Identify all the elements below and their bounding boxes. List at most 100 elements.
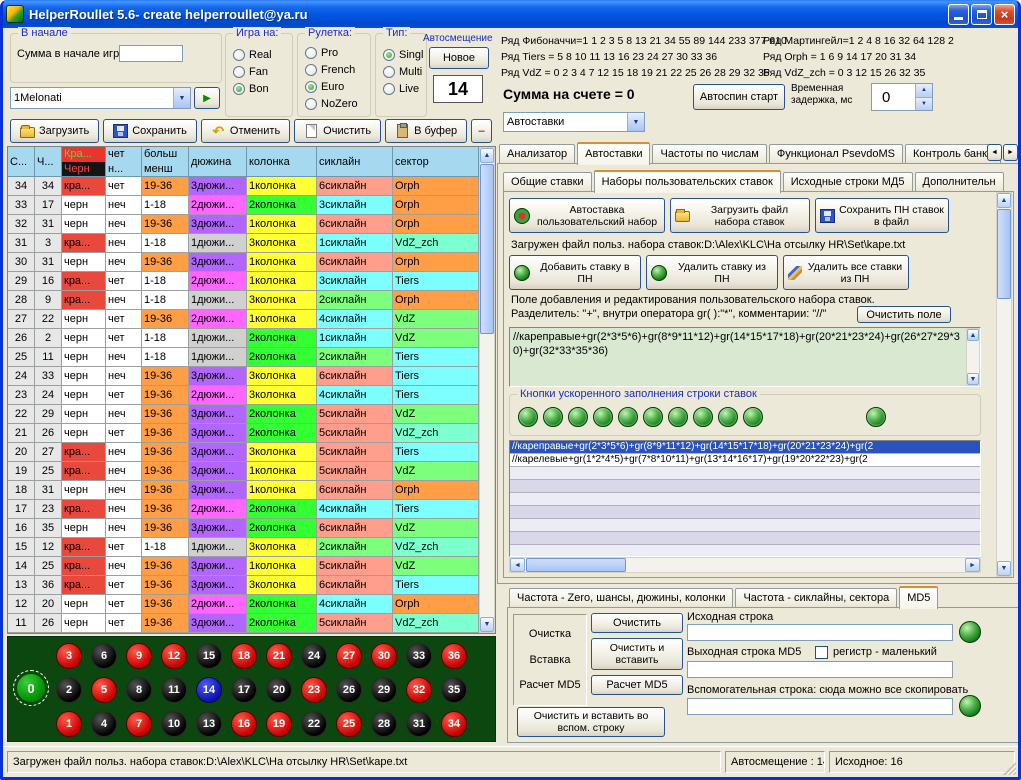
editor-scrollbar[interactable]: ▲ ▼	[966, 328, 980, 386]
scroll-down-icon[interactable]: ▼	[480, 617, 494, 632]
save-button[interactable]: Сохранить	[103, 119, 197, 143]
quick-fill-button-10[interactable]	[743, 407, 763, 427]
tab-bottom-1[interactable]: Частота - Zero, шансы, дюжины, колонки	[509, 588, 733, 608]
md5-clear-button[interactable]: Очистить	[591, 613, 683, 633]
tab-main-1[interactable]: Анализатор	[499, 144, 575, 164]
md5-clear-paste-button[interactable]: Очистить и вставить	[591, 638, 683, 670]
table-row[interactable]: 1220чернчет19-362дюжи...2колонка4сиклайн…	[8, 595, 479, 614]
board-number-7[interactable]: 7	[126, 711, 152, 737]
board-number-14[interactable]: 14	[196, 677, 222, 703]
collapse-button[interactable]: –	[471, 119, 492, 143]
table-row[interactable]: 1126чернчет19-363дюжи...2колонка5сиклайн…	[8, 614, 479, 633]
autospin-start-button[interactable]: Автоспин старт	[693, 84, 785, 110]
board-number-23[interactable]: 23	[301, 677, 327, 703]
table-row[interactable]: 2126чернчет19-363дюжи...2колонка5сиклайн…	[8, 424, 479, 443]
quick-fill-button-4[interactable]	[593, 407, 613, 427]
board-number-29[interactable]: 29	[371, 677, 397, 703]
tab-main-2[interactable]: Автоставки	[577, 142, 650, 165]
tab-main-4[interactable]: Функционал PsevdoMS	[769, 144, 903, 164]
scroll-up-icon[interactable]: ▲	[967, 329, 979, 341]
md5-helper-input[interactable]	[687, 698, 953, 715]
board-number-20[interactable]: 20	[266, 677, 292, 703]
table-row[interactable]: 2511черннеч1-181дюжи...2колонка2сиклайнT…	[8, 348, 479, 367]
scroll-thumb[interactable]	[997, 209, 1011, 299]
bet-list-item[interactable]: //кареправые+gr(2*3*5*6)+gr(8*9*11*12)+g…	[510, 441, 980, 454]
bet-list-item[interactable]: //карелевые+gr(1*2*4*5)+gr(7*8*10*11)+gr…	[510, 454, 980, 467]
board-number-25[interactable]: 25	[336, 711, 362, 737]
board-number-28[interactable]: 28	[371, 711, 397, 737]
board-number-12[interactable]: 12	[161, 643, 187, 669]
radio-type-live[interactable]: Live	[376, 80, 426, 97]
delete-bet-button[interactable]: Удалить ставку из ПН	[646, 255, 778, 290]
radio-game-on-real[interactable]: Real	[226, 46, 292, 63]
board-number-33[interactable]: 33	[406, 643, 432, 669]
maximize-button[interactable]	[971, 4, 992, 25]
board-number-31[interactable]: 31	[406, 711, 432, 737]
table-row[interactable]: 313кра...неч1-181дюжи...3колонка1сиклайн…	[8, 234, 479, 253]
quick-fill-button-extra[interactable]	[866, 407, 886, 427]
close-button[interactable]: ×	[994, 4, 1015, 25]
board-number-34[interactable]: 34	[441, 711, 467, 737]
quick-fill-button-7[interactable]	[668, 407, 688, 427]
table-row[interactable]: 2229черннеч19-363дюжи...2колонка5сиклайн…	[8, 405, 479, 424]
scroll-down-icon[interactable]: ▼	[997, 561, 1011, 576]
table-row[interactable]: 1635черннеч19-363дюжи...2колонка6сиклайн…	[8, 519, 479, 538]
board-number-11[interactable]: 11	[161, 677, 187, 703]
table-row[interactable]: 3231черннеч19-363дюжи...1колонка6сиклайн…	[8, 215, 479, 234]
play-button[interactable]: ▶	[194, 87, 220, 109]
history-table-scrollbar[interactable]: ▲ ▼	[479, 147, 495, 633]
tab-sets-2[interactable]: Наборы пользовательских ставок	[594, 170, 781, 193]
board-number-32[interactable]: 32	[406, 677, 432, 703]
spinner-up-icon[interactable]: ▲	[916, 84, 932, 98]
md5-helper-action-button[interactable]	[959, 695, 981, 717]
board-number-30[interactable]: 30	[371, 643, 397, 669]
new-offset-button[interactable]: Новое	[429, 47, 489, 69]
board-number-19[interactable]: 19	[266, 711, 292, 737]
register-case-checkbox[interactable]	[815, 646, 828, 659]
tabs-scroll-left-button[interactable]: ◄	[987, 144, 1002, 161]
load-set-file-button[interactable]: Загрузить файл набора ставок	[670, 198, 810, 233]
scroll-thumb[interactable]	[526, 558, 626, 572]
clear-button[interactable]: Очистить	[294, 119, 381, 143]
board-number-22[interactable]: 22	[301, 711, 327, 737]
board-number-6[interactable]: 6	[91, 643, 117, 669]
table-row[interactable]: 289кра...неч1-181дюжи...3колонка2сиклайн…	[8, 291, 479, 310]
profile-select[interactable]: 1Melonati ▼	[10, 87, 191, 109]
md5-source-action-button[interactable]	[959, 621, 981, 643]
board-number-18[interactable]: 18	[231, 643, 257, 669]
load-button[interactable]: Загрузить	[10, 119, 99, 143]
tab-sets-3[interactable]: Исходные строки МД5	[783, 172, 913, 192]
radio-type-singl[interactable]: Singl	[376, 46, 426, 63]
table-row[interactable]: 3434кра...чет19-363дюжи...1колонка6сикла…	[8, 177, 479, 196]
radio-type-multi[interactable]: Multi	[376, 63, 426, 80]
resize-grip[interactable]	[1003, 762, 1016, 775]
radio-roulette-euro[interactable]: Euro	[298, 78, 370, 95]
quick-fill-button-8[interactable]	[693, 407, 713, 427]
table-row[interactable]: 2027кра...неч19-363дюжи...3колонка5сикла…	[8, 443, 479, 462]
scroll-right-icon[interactable]: ►	[965, 558, 980, 572]
board-number-36[interactable]: 36	[441, 643, 467, 669]
autobets-select[interactable]: Автоставки ▼	[503, 112, 645, 132]
save-set-file-button[interactable]: Сохранить ПН ставок в файл	[815, 198, 949, 233]
table-row[interactable]: 3317черннеч1-182дюжи...2колонка3сиклайнO…	[8, 196, 479, 215]
delay-spinner[interactable]: 0 ▲ ▼	[871, 83, 933, 111]
md5-output-input[interactable]	[687, 661, 953, 678]
bet-set-list[interactable]: //кареправые+gr(2*3*5*6)+gr(8*9*11*12)+g…	[509, 440, 981, 557]
board-number-27[interactable]: 27	[336, 643, 362, 669]
tab-sets-4[interactable]: Дополнительн	[915, 172, 1004, 192]
board-number-5[interactable]: 5	[91, 677, 117, 703]
board-number-10[interactable]: 10	[161, 711, 187, 737]
radio-game-on-bon[interactable]: Bon	[226, 80, 292, 97]
add-bet-button[interactable]: Добавить ставку в ПН	[509, 255, 641, 290]
table-row[interactable]: 2916кра...чет1-182дюжи...1колонка3сиклай…	[8, 272, 479, 291]
board-number-21[interactable]: 21	[266, 643, 292, 669]
tab-main-3[interactable]: Частоты по числам	[652, 144, 766, 164]
tab-sets-1[interactable]: Общие ставки	[503, 172, 592, 192]
radio-roulette-pro[interactable]: Pro	[298, 44, 370, 61]
table-row[interactable]: 2433черннеч19-363дюжи...3колонка6сиклайн…	[8, 367, 479, 386]
table-row[interactable]: 1925кра...неч19-363дюжи...1колонка5сикла…	[8, 462, 479, 481]
quick-fill-button-2[interactable]	[543, 407, 563, 427]
bet-list-scrollbar[interactable]: ◄ ►	[509, 557, 981, 573]
scroll-down-icon[interactable]: ▼	[967, 373, 979, 385]
table-row[interactable]: 2722чернчет19-362дюжи...1колонка4сиклайн…	[8, 310, 479, 329]
